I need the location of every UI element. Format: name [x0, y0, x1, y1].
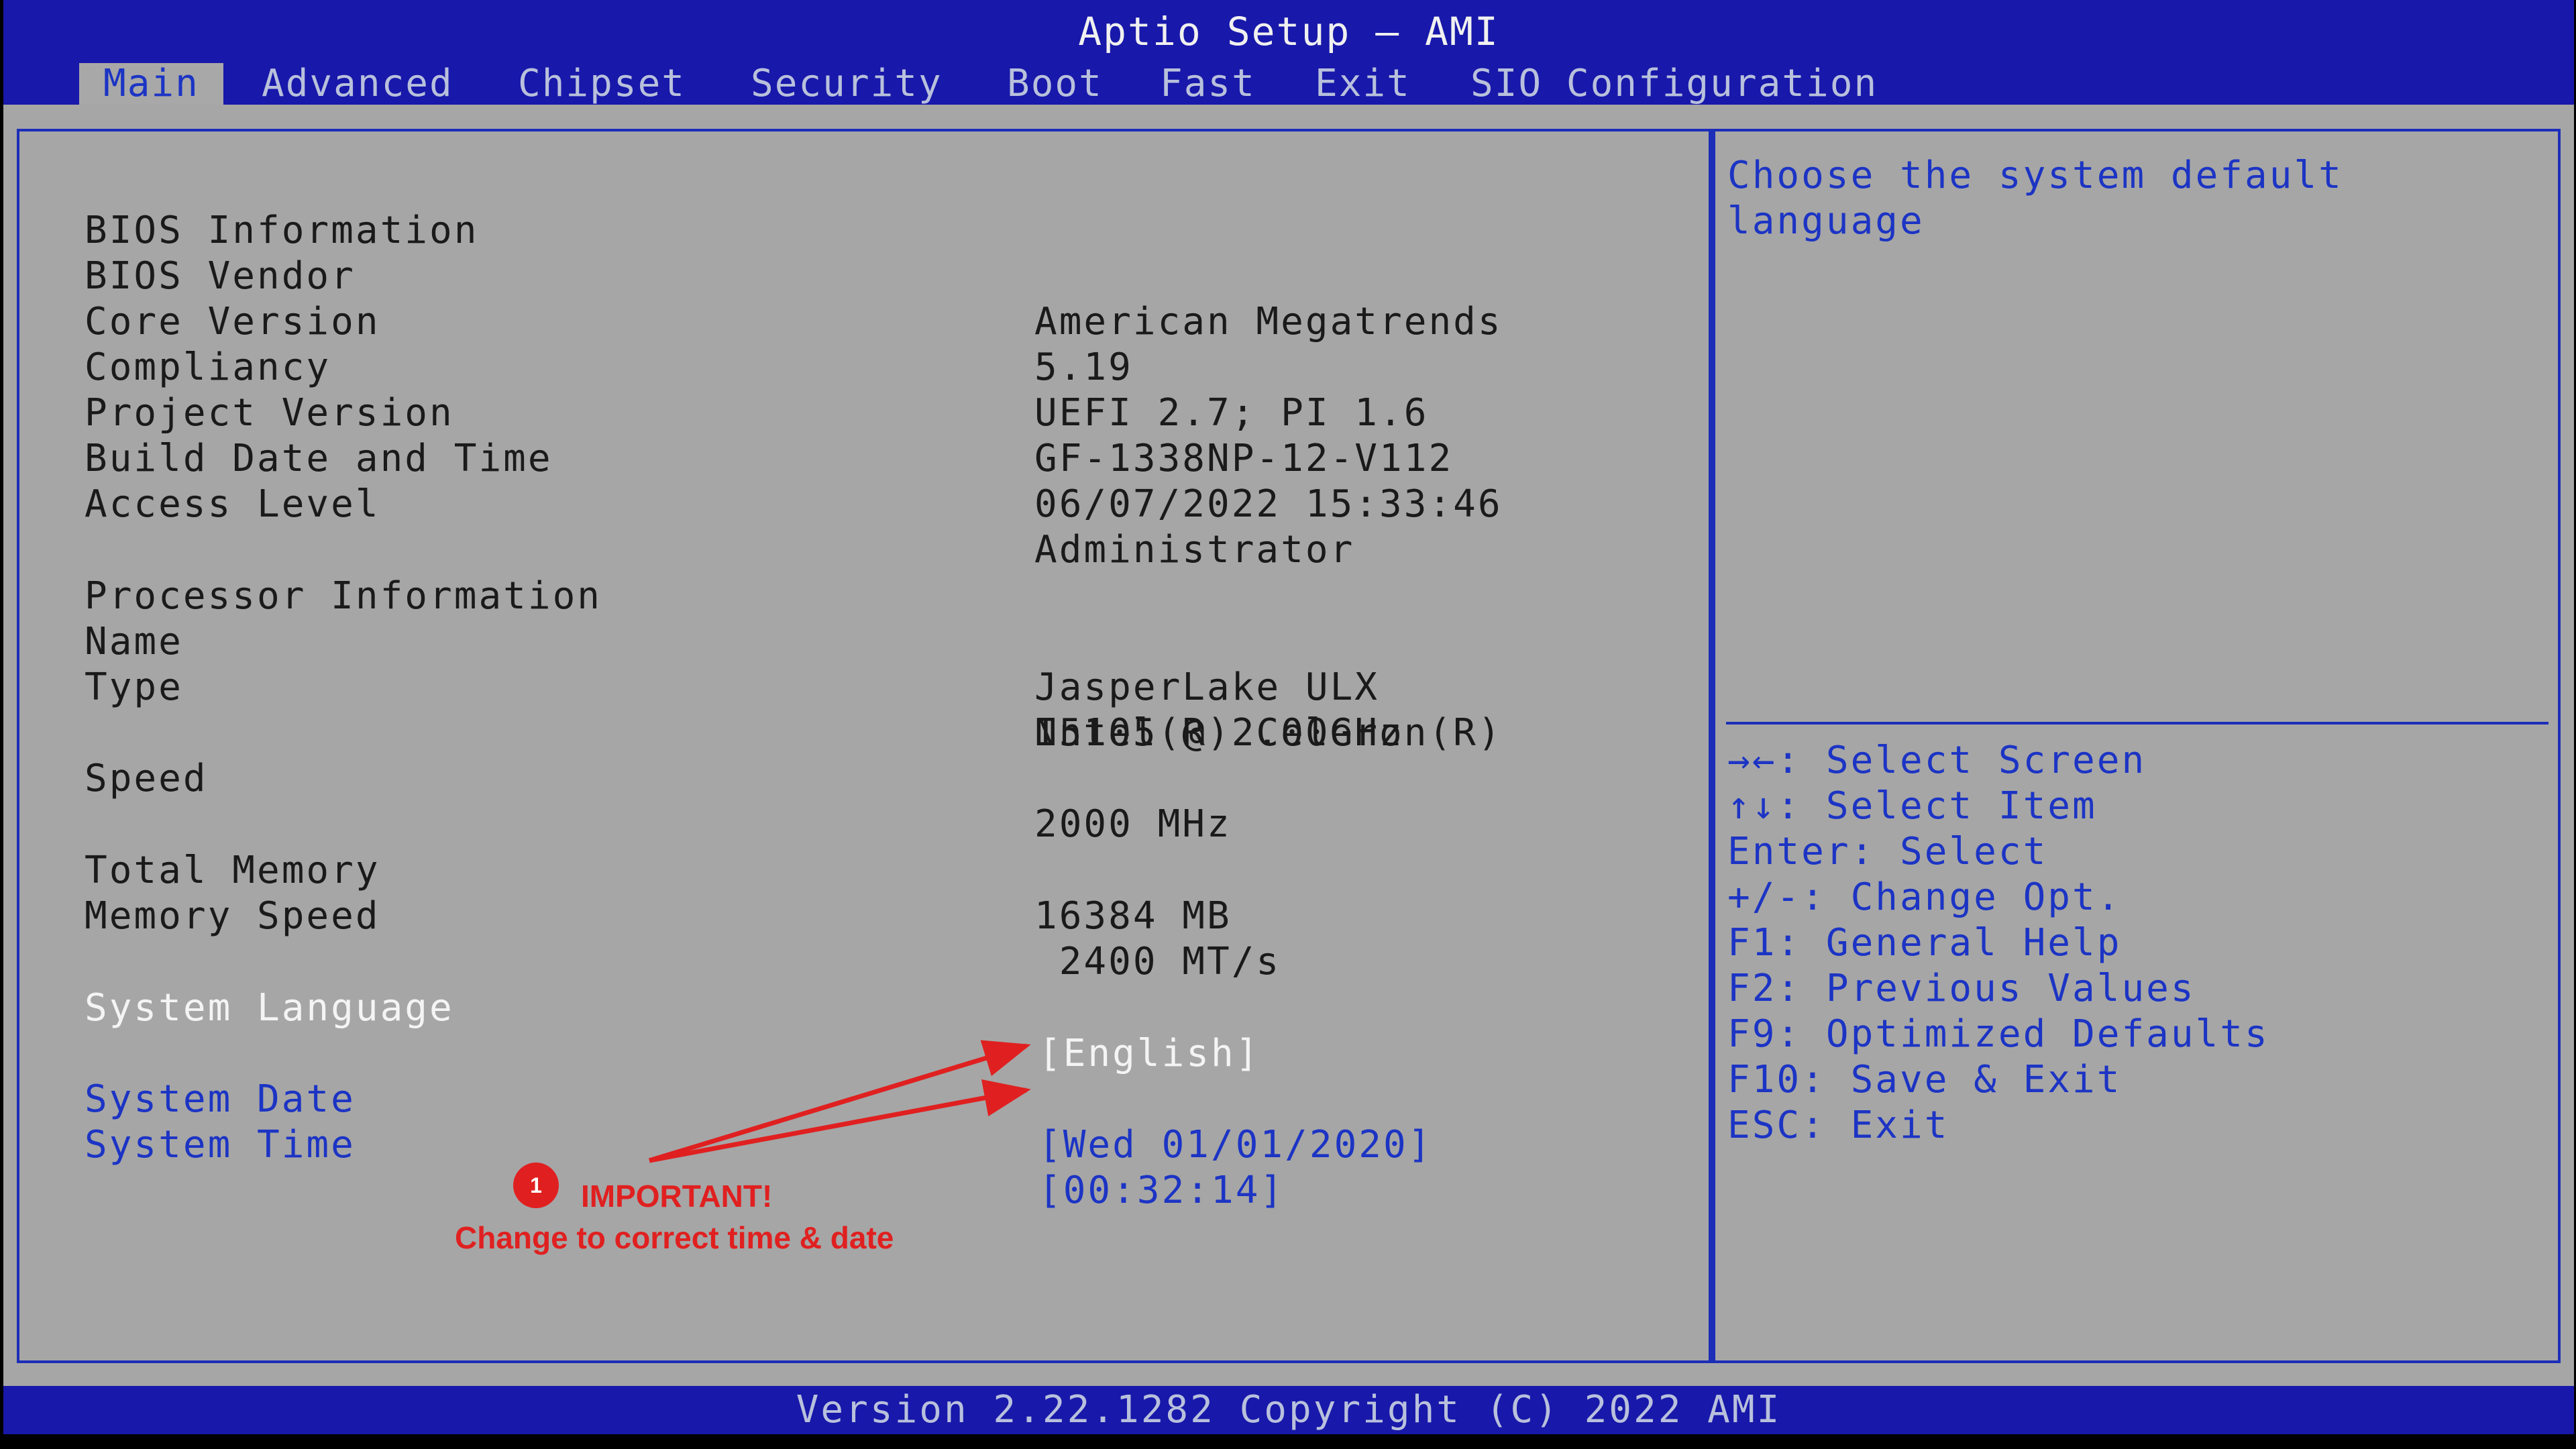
tab-main[interactable]: Main — [79, 63, 223, 105]
key-hint-esc-exit: ESC: Exit — [1727, 1104, 1949, 1147]
settings-panel: BIOS Information BIOS Vendor American Me… — [17, 129, 1711, 1363]
tab-exit[interactable]: Exit — [1315, 63, 1411, 105]
key-hint-previous-values: F2: Previous Values — [1727, 967, 2196, 1010]
info-value: JasperLake ULX — [1034, 665, 1380, 709]
tab-sio-configuration[interactable]: SIO Configuration — [1470, 63, 1878, 105]
system-time-field[interactable]: [00:32:14] — [1038, 1168, 1285, 1214]
bios-title-bar: Aptio Setup – AMI — [3, 0, 2574, 63]
key-hint-select-screen: →←: Select Screen — [1727, 739, 2147, 782]
language-select[interactable]: [English] — [1038, 1031, 1260, 1077]
setting-label: System Time — [85, 1123, 356, 1167]
info-label: Memory Speed — [85, 894, 380, 938]
setting-label: System Language — [85, 986, 454, 1030]
info-row-build-date: Build Date and Time 06/07/2022 15:33:46 — [19, 390, 1501, 526]
section-processor-information: Processor Information — [19, 528, 600, 618]
key-hint-enter: Enter: Select — [1727, 830, 2048, 873]
info-row-processor-type-cont: N5105 @ 2.00GHz — [19, 665, 1402, 755]
info-value: American Megatrends — [1034, 300, 1503, 343]
info-value: 5.19 — [1034, 345, 1133, 389]
setting-system-language[interactable]: System Language [English] — [19, 940, 1258, 1075]
setting-system-date[interactable]: System Date [Wed 01/01/2020] — [19, 1031, 1430, 1167]
info-value: GF-1338NP-12-V112 — [1034, 437, 1454, 480]
info-value: Administrator — [1034, 528, 1355, 572]
info-row-core-version: Core Version 5.19 — [19, 254, 1131, 389]
info-value: 16384 MB — [1034, 894, 1232, 938]
info-row-processor-name: Name JasperLake ULX — [19, 574, 1377, 709]
info-row-processor-type: Type Intel(R) Celeron(R) — [19, 619, 1501, 755]
key-hint-change-opt: +/-: Change Opt. — [1727, 875, 2122, 919]
info-row-compliancy: Compliancy UEFI 2.7; PI 1.6 — [19, 299, 1426, 435]
help-panel: Choose the system default language →←: S… — [1711, 129, 2561, 1363]
setting-system-time[interactable]: System Time [00:32:14] — [19, 1077, 1283, 1212]
system-date-field[interactable]: [Wed 01/01/2020] — [1038, 1122, 1432, 1168]
info-value: 2000 MHz — [1034, 802, 1232, 846]
info-value: UEFI 2.7; PI 1.6 — [1034, 391, 1429, 435]
tab-security[interactable]: Security — [751, 63, 943, 105]
tab-advanced[interactable]: Advanced — [262, 63, 453, 105]
tab-boot[interactable]: Boot — [1007, 63, 1103, 105]
info-row-total-memory: Total Memory 16384 MB — [19, 802, 1230, 938]
section-bios-information: BIOS Information — [19, 162, 476, 252]
tab-fast[interactable]: Fast — [1160, 63, 1256, 105]
info-row-access-level: Access Level Administrator — [19, 436, 1352, 572]
annotation-badge: 1 — [513, 1163, 559, 1208]
annotation-title: IMPORTANT! — [581, 1179, 773, 1214]
tab-chipset[interactable]: Chipset — [518, 63, 686, 105]
version-bar: Version 2.22.1282 Copyright (C) 2022 AMI — [3, 1386, 2574, 1434]
info-row-project-version: Project Version GF-1338NP-12-V112 — [19, 345, 1451, 480]
info-row-memory-speed: Memory Speed 2400 MT/s — [19, 848, 1279, 983]
window-title: Aptio Setup – AMI — [1078, 9, 1499, 54]
tab-bar: Main Advanced Chipset Security Boot Fast… — [3, 63, 2574, 105]
key-hint-save-exit: F10: Save & Exit — [1727, 1058, 2122, 1102]
version-text: Version 2.22.1282 Copyright (C) 2022 AMI — [796, 1388, 1782, 1432]
help-divider — [1726, 722, 2548, 724]
key-hint-select-item: ↑↓: Select Item — [1727, 784, 2097, 828]
info-row-speed: Speed 2000 MHz — [19, 710, 1230, 846]
info-row-bios-vendor: BIOS Vendor American Megatrends — [19, 208, 1501, 343]
key-hint-optimized-defaults: F9: Optimized Defaults — [1727, 1012, 2269, 1056]
info-value: N5105 @ 2.00GHz — [1034, 711, 1404, 755]
info-value: 2400 MT/s — [1034, 940, 1281, 983]
key-hint-general-help: F1: General Help — [1727, 921, 2122, 965]
main-area: BIOS Information BIOS Vendor American Me… — [3, 105, 2574, 1386]
info-label: Speed — [85, 757, 208, 800]
annotation-subtitle: Change to correct time & date — [455, 1220, 894, 1255]
info-value: 06/07/2022 15:33:46 — [1034, 482, 1503, 526]
help-description: Choose the system default language — [1727, 154, 2343, 243]
info-label: Access Level — [85, 482, 380, 526]
